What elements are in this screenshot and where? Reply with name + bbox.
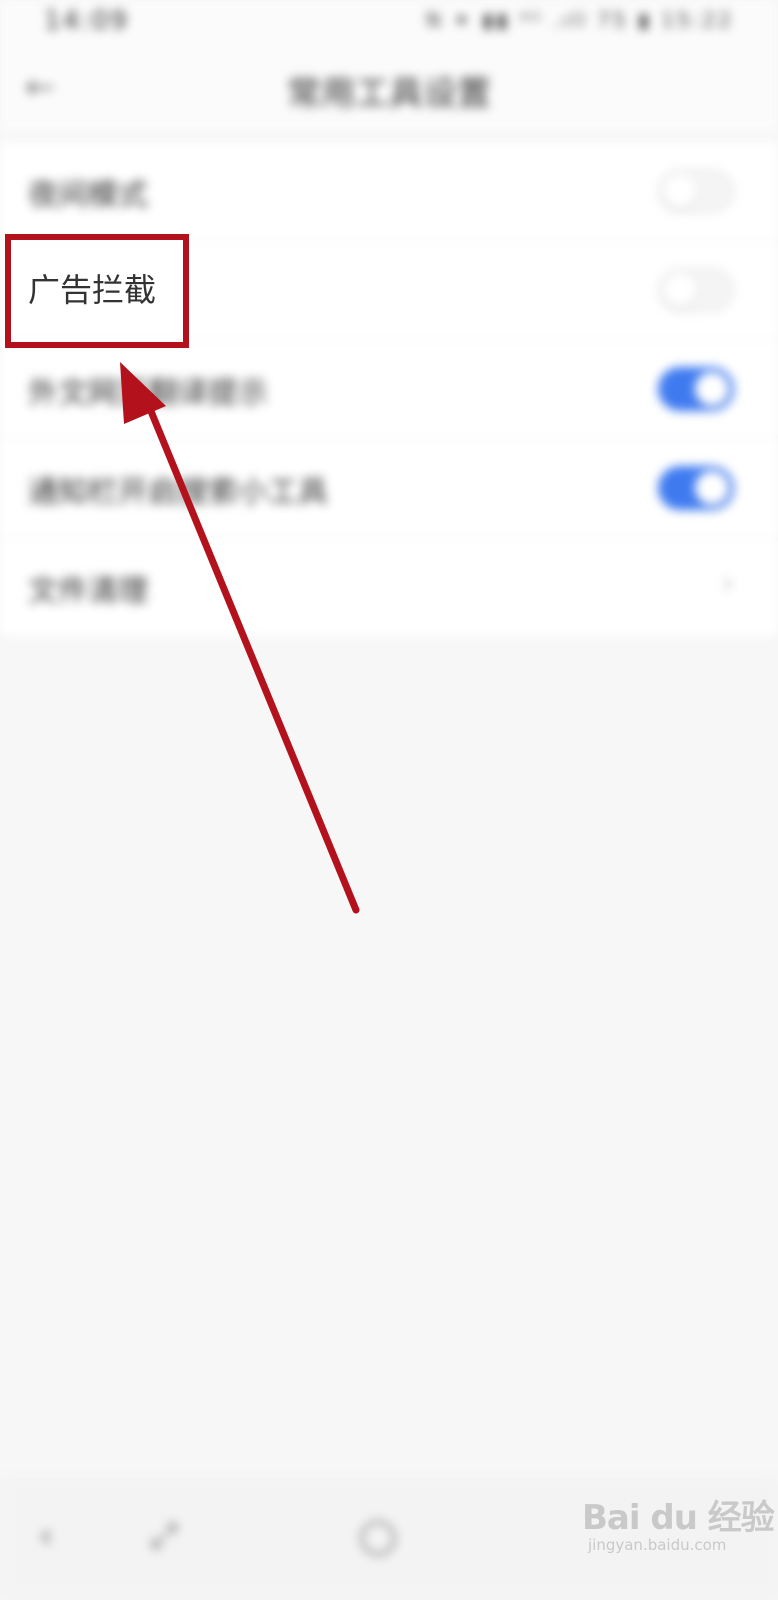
watermark-brand: Bai du 经验: [582, 1498, 775, 1538]
annotation-arrow: [120, 362, 360, 914]
arrow-shaft: [144, 400, 360, 914]
arrow-head: [120, 362, 166, 424]
baidu-jingyan-watermark: Bai du 经验 jingyan.baidu.com: [582, 1486, 775, 1566]
watermark-url: jingyan.baidu.com: [588, 1536, 727, 1554]
